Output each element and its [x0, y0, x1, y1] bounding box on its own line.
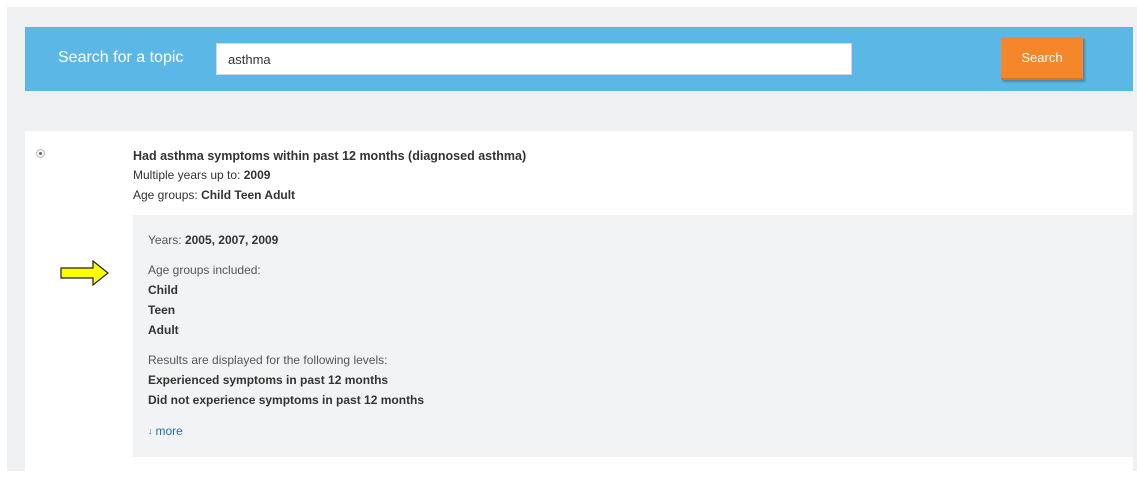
- result-details: Years: 2005, 2007, 2009 Age groups inclu…: [133, 215, 1133, 457]
- right-arrow-icon: [60, 259, 109, 287]
- double-chevron-down-icon: ↓: [148, 426, 153, 436]
- result-years: Multiple years up to: 2009: [133, 167, 270, 183]
- details-level-not-experienced: Did not experience symptoms in past 12 m…: [148, 393, 425, 407]
- radio-dot: [39, 152, 42, 155]
- more-label: more: [155, 424, 183, 438]
- details-age-groups-label: Age groups included:: [148, 263, 261, 277]
- result-age-groups: Age groups: Child Teen Adult: [133, 187, 295, 203]
- result-age-value: Child Teen Adult: [201, 188, 296, 202]
- result-title[interactable]: Had asthma symptoms within past 12 month…: [133, 148, 526, 164]
- details-age-group-adult: Adult: [148, 323, 179, 337]
- result-years-value: 2009: [243, 168, 271, 182]
- details-years-label: Years:: [148, 233, 182, 247]
- search-bar: Search for a topic Search: [25, 27, 1133, 91]
- radio-selected-icon[interactable]: [36, 149, 45, 158]
- result-years-prefix: Multiple years up to:: [133, 168, 241, 182]
- search-input[interactable]: [216, 43, 852, 75]
- details-age-group-teen: Teen: [148, 303, 176, 317]
- search-button[interactable]: Search: [1001, 37, 1083, 80]
- details-years: Years: 2005, 2007, 2009: [148, 232, 278, 248]
- more-link[interactable]: ↓ more: [148, 423, 183, 439]
- details-level-experienced: Experienced symptoms in past 12 months: [148, 373, 389, 387]
- details-age-group-child: Child: [148, 283, 178, 297]
- search-label: Search for a topic: [58, 49, 184, 66]
- details-years-value: 2005, 2007, 2009: [184, 233, 279, 247]
- details-levels-label: Results are displayed for the following …: [148, 353, 388, 367]
- result-age-prefix: Age groups:: [133, 188, 198, 202]
- result-card: Had asthma symptoms within past 12 month…: [25, 131, 1133, 471]
